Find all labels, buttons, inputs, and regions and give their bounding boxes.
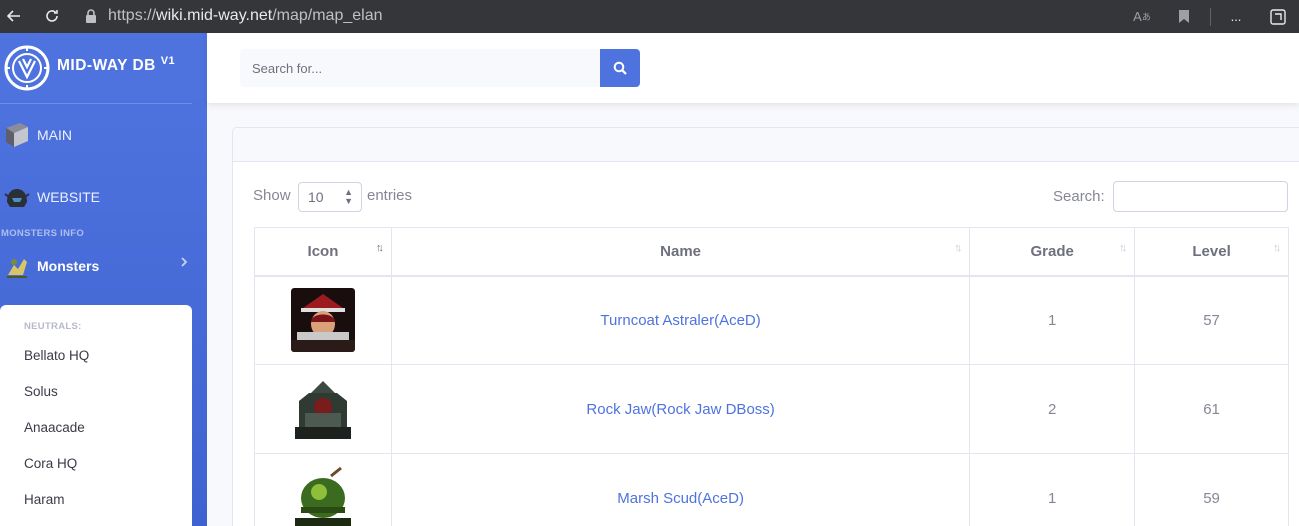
select-arrows-icon: ▲ ▼: [344, 187, 353, 206]
extensions-icon[interactable]: [1257, 8, 1299, 26]
monster-link[interactable]: Turncoat Astraler(AceD): [600, 312, 760, 329]
level-cell: 57: [1134, 275, 1289, 365]
chevron-right-icon: [179, 255, 189, 271]
column-header-name[interactable]: Name ↑↓: [390, 227, 971, 277]
lock-icon[interactable]: [84, 8, 98, 29]
column-header-level[interactable]: Level ↑↓: [1134, 227, 1289, 277]
book-icon: [2, 120, 32, 150]
sort-icon: ↑↓: [375, 242, 384, 254]
monster-portrait-icon: [290, 288, 355, 353]
monsters-table-card: Show 10 ▲ ▼ entries Search: Icon ↑↓ Name ↑↓…: [232, 127, 1299, 526]
read-aloud-icon[interactable]: Aあ: [1121, 9, 1163, 24]
table-row: Marsh Scud(AceD) 1 59: [254, 453, 1289, 526]
submenu-header: NEUTRALS:: [24, 321, 82, 332]
monsters-submenu: NEUTRALS: Bellato HQ Solus Anaacade Cora…: [0, 305, 192, 526]
monster-link[interactable]: Marsh Scud(AceD): [617, 490, 744, 507]
topbar: [207, 33, 1299, 103]
entries-label: entries: [367, 187, 413, 204]
name-cell: Turncoat Astraler(AceD): [390, 275, 971, 365]
table-search-input[interactable]: [1113, 181, 1288, 212]
entries-select[interactable]: 10 ▲ ▼: [298, 182, 362, 212]
sidebar: MID-WAY DB V1 MAIN WEBSITE MONSTERS INFO…: [0, 33, 207, 526]
name-cell: Rock Jaw(Rock Jaw DBoss): [390, 364, 971, 454]
monsters-table: Icon ↑↓ Name ↑↓ Grade ↑↓ Level ↑↓ Turnco…: [254, 227, 1289, 526]
column-header-icon[interactable]: Icon ↑↓: [254, 227, 392, 277]
column-header-grade[interactable]: Grade ↑↓: [969, 227, 1136, 277]
browser-toolbar: https://wiki.mid-way.net/map/map_elan Aあ…: [0, 0, 1299, 33]
sort-icon: ↑↓: [1119, 242, 1127, 254]
icon-cell: [254, 364, 392, 454]
grade-cell: 1: [969, 453, 1136, 526]
level-cell: 59: [1134, 453, 1289, 526]
monster-link[interactable]: Rock Jaw(Rock Jaw DBoss): [586, 401, 774, 418]
sidebar-item-monsters[interactable]: Monsters: [0, 242, 207, 289]
sidebar-item-website[interactable]: WEBSITE: [0, 166, 207, 228]
url-text: https://wiki.mid-way.net/map/map_elan: [108, 7, 383, 24]
table-row: Turncoat Astraler(AceD) 1 57: [254, 275, 1289, 365]
icon-cell: [254, 453, 392, 526]
reload-icon[interactable]: [38, 2, 66, 30]
name-cell: Marsh Scud(AceD): [390, 453, 971, 526]
monster-portrait-icon: [290, 377, 355, 441]
submenu-item-haram[interactable]: Haram: [0, 482, 192, 518]
bookmark-icon[interactable]: [1163, 9, 1205, 24]
back-icon[interactable]: [0, 2, 28, 30]
table-controls: Show 10 ▲ ▼ entries Search:: [253, 181, 1289, 213]
monster-icon: [2, 251, 32, 281]
table-row: Rock Jaw(Rock Jaw DBoss) 2 61: [254, 364, 1289, 454]
level-cell: 61: [1134, 364, 1289, 454]
sidebar-item-label: WEBSITE: [37, 189, 101, 205]
sidebar-item-label: MAIN: [37, 127, 72, 143]
address-bar[interactable]: https://wiki.mid-way.net/map/map_elan: [78, 2, 1293, 30]
submenu-item-cora-hq[interactable]: Cora HQ: [0, 446, 192, 482]
submenu-item-anaacade[interactable]: Anaacade: [0, 410, 192, 446]
search-button[interactable]: [600, 49, 640, 87]
show-label: Show: [253, 187, 291, 204]
brand[interactable]: MID-WAY DB V1: [0, 33, 207, 103]
search-icon: [613, 61, 627, 75]
topbar-search: [240, 49, 640, 87]
submenu-item-solus[interactable]: Solus: [0, 374, 192, 410]
icon-cell: [254, 275, 392, 365]
sidebar-item-main[interactable]: MAIN: [0, 104, 207, 166]
table-search-label: Search:: [1053, 188, 1105, 205]
sidebar-heading: MONSTERS INFO: [1, 228, 85, 239]
sort-icon: ↑↓: [1273, 242, 1281, 254]
sort-icon: ↑↓: [954, 242, 962, 254]
card-header: [233, 128, 1299, 162]
grade-cell: 2: [969, 364, 1136, 454]
monster-portrait-icon: [290, 466, 355, 526]
brand-name: MID-WAY DB V1: [57, 54, 176, 75]
helmet-icon: [2, 182, 32, 212]
sidebar-item-label: Monsters: [37, 257, 100, 274]
grade-cell: 1: [969, 275, 1136, 365]
midway-logo-icon: [4, 45, 50, 91]
submenu-item-bellato-hq[interactable]: Bellato HQ: [0, 338, 192, 374]
search-input[interactable]: [240, 49, 600, 87]
more-icon[interactable]: ...: [1215, 9, 1257, 24]
